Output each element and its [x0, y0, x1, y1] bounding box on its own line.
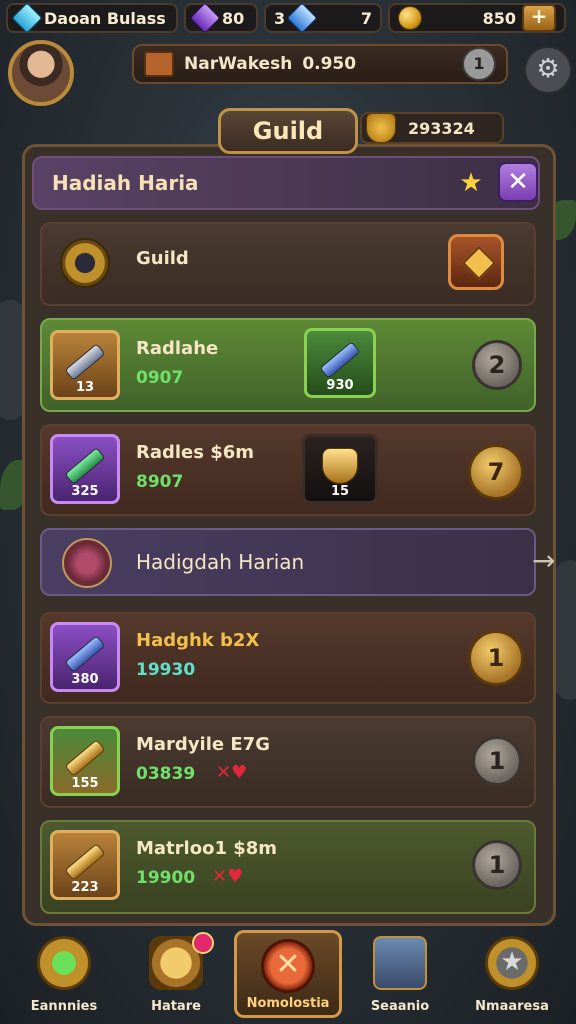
purple-gem-value: 80: [222, 8, 245, 28]
item-count: 380: [71, 672, 99, 687]
reward-name: Hadghk b2X: [136, 630, 260, 651]
guild-title-plate: Guild: [218, 108, 358, 154]
hammer-icon: [64, 342, 106, 381]
crate-icon: [144, 51, 174, 77]
gem-resource-label: Daoan Bulass: [44, 8, 166, 28]
green-gem-shield-icon: [37, 936, 91, 990]
shield-icon: [322, 447, 358, 484]
item-count-2: 930: [326, 378, 354, 393]
reward-item-slot[interactable]: 325: [50, 434, 120, 504]
reward-name: Mardyile E7G: [136, 734, 270, 755]
reward-row[interactable]: 325 Radles $6m 8907 15 7: [40, 424, 536, 516]
star-medal-icon: ★: [485, 936, 539, 990]
guild-emblem-icon: [60, 238, 110, 288]
nav-label: Nomolostia: [246, 996, 330, 1011]
nav-label: Hatare: [151, 999, 201, 1014]
hammer-icon: [64, 738, 106, 777]
reward-count-badge[interactable]: 1: [472, 736, 522, 786]
guild-score-box: 293324: [360, 112, 504, 144]
guild-shield-icon: [366, 113, 396, 143]
nav-tab-seaanio[interactable]: Seaanio: [346, 930, 454, 1018]
reward-item-slot[interactable]: 155: [50, 726, 120, 796]
crossed-swords-icon: ✕: [261, 939, 315, 993]
item-count: 155: [71, 776, 99, 791]
nav-tab-nmaaresa[interactable]: ★ Nmaaresa: [458, 930, 566, 1018]
reward-item-slot-2[interactable]: 15: [302, 434, 378, 504]
player-info-bar: NarWakesh 0.950 1: [132, 44, 508, 84]
player-avatar[interactable]: [8, 40, 74, 106]
reward-item-slot[interactable]: 13: [50, 330, 120, 400]
blue-gem-value: 3: [274, 8, 286, 28]
notification-dot: [192, 932, 214, 954]
guild-row-label: Guild: [136, 248, 189, 269]
purple-gem-icon: [189, 2, 221, 34]
add-gold-button[interactable]: +: [522, 4, 556, 32]
blue-gem-value-2: 7: [360, 8, 372, 28]
close-button[interactable]: ✕: [498, 162, 538, 202]
axe-icon: [64, 842, 106, 881]
reward-row[interactable]: 380 Hadghk b2X 19930 1: [40, 612, 536, 704]
item-count: 325: [71, 484, 99, 499]
reward-item-slot[interactable]: 380: [50, 622, 120, 692]
reward-count-badge[interactable]: 1: [468, 630, 524, 686]
nav-label: Eannnies: [30, 999, 98, 1014]
bottom-nav: Eannnies Hatare ✕ Nomolostia Seaanio ★ N…: [10, 930, 566, 1020]
daily-reward-title: Hadiah Haria: [52, 171, 199, 195]
link-row-label: Hadigdah Harian: [136, 550, 305, 574]
heart-icon: ✕♥: [212, 866, 244, 887]
nav-label: Seaanio: [370, 999, 430, 1014]
resource-bar: Daoan Bulass 80 3 7 850 +: [0, 0, 576, 36]
daily-reward-link-row[interactable]: Hadigdah Harian →: [40, 528, 555, 596]
reward-name: Radles $6m: [136, 442, 255, 463]
reward-name: Matrloo1 $8m: [136, 838, 278, 859]
reward-item-slot-2[interactable]: 930: [304, 328, 376, 398]
settings-gear-icon[interactable]: ⚙: [524, 46, 572, 94]
item-count-2: 15: [330, 484, 350, 499]
nav-tab-nomolostia[interactable]: ✕ Nomolostia: [234, 930, 342, 1018]
reward-value: 0907: [136, 368, 184, 388]
purple-gem-resource[interactable]: 80: [184, 2, 258, 34]
item-count: 223: [71, 880, 99, 895]
reward-value: 19930: [136, 660, 196, 680]
cannon-icon: [64, 634, 106, 673]
player-amount: 0.950: [302, 54, 357, 74]
player-level-badge: 1: [462, 47, 496, 81]
nav-tab-hatare[interactable]: Hatare: [122, 930, 230, 1018]
blue-gem-icon: [286, 2, 318, 34]
map-icon: [373, 936, 427, 990]
nav-label: Nmaaresa: [475, 999, 549, 1014]
reward-value: 03839: [136, 764, 196, 784]
reward-count-badge[interactable]: 7: [468, 444, 524, 500]
gem-resource[interactable]: Daoan Bulass: [6, 2, 178, 34]
dagger-icon: [64, 446, 106, 485]
item-count: 13: [75, 380, 95, 395]
gold-resource[interactable]: 850 +: [388, 3, 566, 33]
cyan-gem-icon: [11, 2, 43, 34]
star-icon: ★: [459, 168, 483, 198]
nav-tab-eannnies[interactable]: Eannnies: [10, 930, 118, 1018]
blue-gem-resource[interactable]: 3 7: [264, 2, 382, 34]
gold-coin-icon: [398, 6, 422, 30]
reward-count-badge[interactable]: 1: [472, 840, 522, 890]
reward-row[interactable]: 155 Mardyile E7G 03839 ✕♥ 1: [40, 716, 536, 808]
reward-count-badge[interactable]: 2: [472, 340, 522, 390]
sword-icon: [319, 340, 361, 379]
guild-reward-icon[interactable]: [448, 234, 504, 290]
player-name: NarWakesh: [184, 54, 293, 74]
reward-row[interactable]: 223 Matrloo1 $8m 19900 ✕♥ 1: [40, 820, 536, 914]
reward-value: 19900: [136, 868, 196, 888]
heart-icon: ✕♥: [216, 762, 248, 783]
guild-score: 293324: [408, 118, 475, 138]
arrow-right-icon: →: [532, 544, 556, 577]
reward-value: 8907: [136, 472, 184, 492]
guild-row[interactable]: Guild: [40, 222, 536, 306]
reward-name: Radlahe: [136, 338, 219, 359]
shield-emblem-icon: [62, 538, 112, 588]
gold-value: 850: [482, 8, 516, 28]
reward-item-slot[interactable]: 223: [50, 830, 120, 900]
reward-row[interactable]: 13 Radlahe 0907 930 2: [40, 318, 536, 412]
